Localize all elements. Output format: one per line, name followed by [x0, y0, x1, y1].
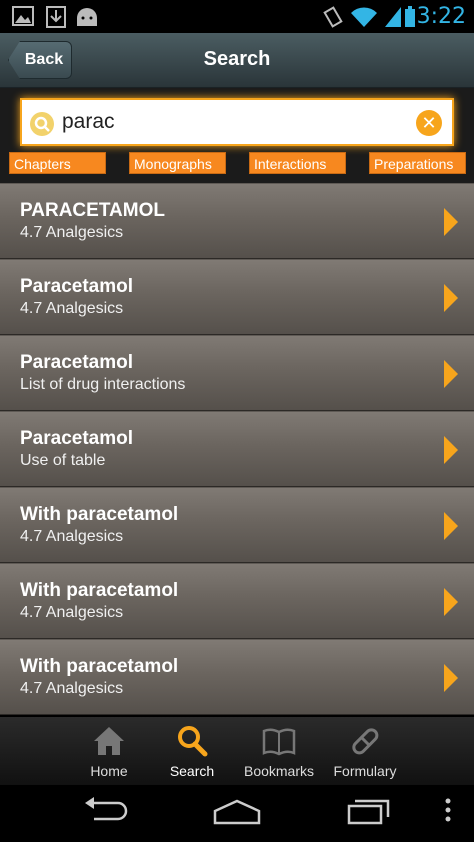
item-title: With paracetamol [20, 580, 179, 601]
item-subtitle: 4.7 Analgesics [20, 224, 124, 241]
list-item[interactable]: With paracetamol 4.7 Analgesics [0, 639, 474, 715]
home-icon [94, 727, 124, 755]
vibrate-icon [323, 6, 343, 28]
tab-formulary[interactable]: Formulary [320, 723, 410, 779]
search-value: parac [62, 110, 115, 133]
item-title: With paracetamol [20, 504, 179, 525]
tab-home[interactable]: Home [64, 723, 154, 779]
menu-overflow-icon[interactable] [444, 797, 452, 825]
item-subtitle: 4.7 Analgesics [20, 680, 124, 697]
item-subtitle: 4.7 Analgesics [20, 604, 124, 621]
download-icon [46, 6, 66, 28]
signal-icon [385, 7, 401, 27]
search-area: parac ✕ Chapters Monographs Interactions… [0, 88, 474, 183]
android-icon [77, 8, 97, 26]
gallery-icon [12, 6, 34, 26]
search-icon [30, 112, 54, 136]
chevron-right-icon [444, 588, 458, 616]
navigation-bar [0, 785, 474, 842]
item-title: PARACETAMOL [20, 200, 165, 221]
chevron-right-icon [444, 664, 458, 692]
search-input[interactable]: parac ✕ [20, 98, 454, 146]
tab-label: Home [90, 763, 128, 779]
filter-bar: Chapters Monographs Interactions Prepara… [0, 152, 474, 174]
results-list: PARACETAMOL 4.7 Analgesics Paracetamol 4… [0, 183, 474, 715]
list-item[interactable]: With paracetamol 4.7 Analgesics [0, 563, 474, 639]
list-item[interactable]: PARACETAMOL 4.7 Analgesics [0, 183, 474, 259]
tab-bookmarks[interactable]: Bookmarks [234, 723, 324, 779]
item-title: Paracetamol [20, 276, 134, 297]
chevron-right-icon [444, 360, 458, 388]
tab-label: Formulary [333, 763, 397, 779]
chevron-right-icon [444, 284, 458, 312]
tab-search[interactable]: Search [147, 723, 237, 779]
tab-bar: Home Search Bookmarks Formulary [0, 717, 474, 785]
filter-interactions[interactable]: Interactions [249, 152, 346, 174]
recent-apps-icon[interactable] [346, 797, 392, 825]
home-nav-icon[interactable] [212, 797, 262, 825]
list-item[interactable]: Paracetamol 4.7 Analgesics [0, 259, 474, 335]
list-item[interactable]: Paracetamol List of drug interactions [0, 335, 474, 411]
list-item[interactable]: With paracetamol 4.7 Analgesics [0, 487, 474, 563]
wifi-icon [351, 7, 377, 27]
header: Back Search [0, 33, 474, 88]
filter-preparations[interactable]: Preparations [369, 152, 466, 174]
clock: 3:22 [416, 4, 466, 29]
item-title: With paracetamol [20, 656, 179, 677]
item-subtitle: Use of table [20, 452, 106, 469]
tab-label: Search [169, 763, 215, 779]
clear-icon[interactable]: ✕ [416, 110, 442, 136]
book-icon [262, 728, 296, 756]
status-bar: 3:22 [0, 0, 474, 33]
item-title: Paracetamol [20, 352, 134, 373]
chevron-right-icon [444, 208, 458, 236]
chevron-right-icon [444, 512, 458, 540]
item-subtitle: List of drug interactions [20, 376, 186, 393]
item-subtitle: 4.7 Analgesics [20, 528, 124, 545]
item-subtitle: 4.7 Analgesics [20, 300, 124, 317]
pill-icon [352, 728, 379, 755]
battery-icon [405, 6, 415, 27]
chevron-right-icon [444, 436, 458, 464]
filter-monographs[interactable]: Monographs [129, 152, 226, 174]
search-icon [178, 726, 208, 757]
list-item[interactable]: Paracetamol Use of table [0, 411, 474, 487]
filter-chapters[interactable]: Chapters [9, 152, 106, 174]
back-nav-icon[interactable] [82, 797, 130, 825]
page-title: Search [203, 48, 271, 70]
item-title: Paracetamol [20, 428, 134, 449]
tab-label: Bookmarks [243, 763, 315, 779]
